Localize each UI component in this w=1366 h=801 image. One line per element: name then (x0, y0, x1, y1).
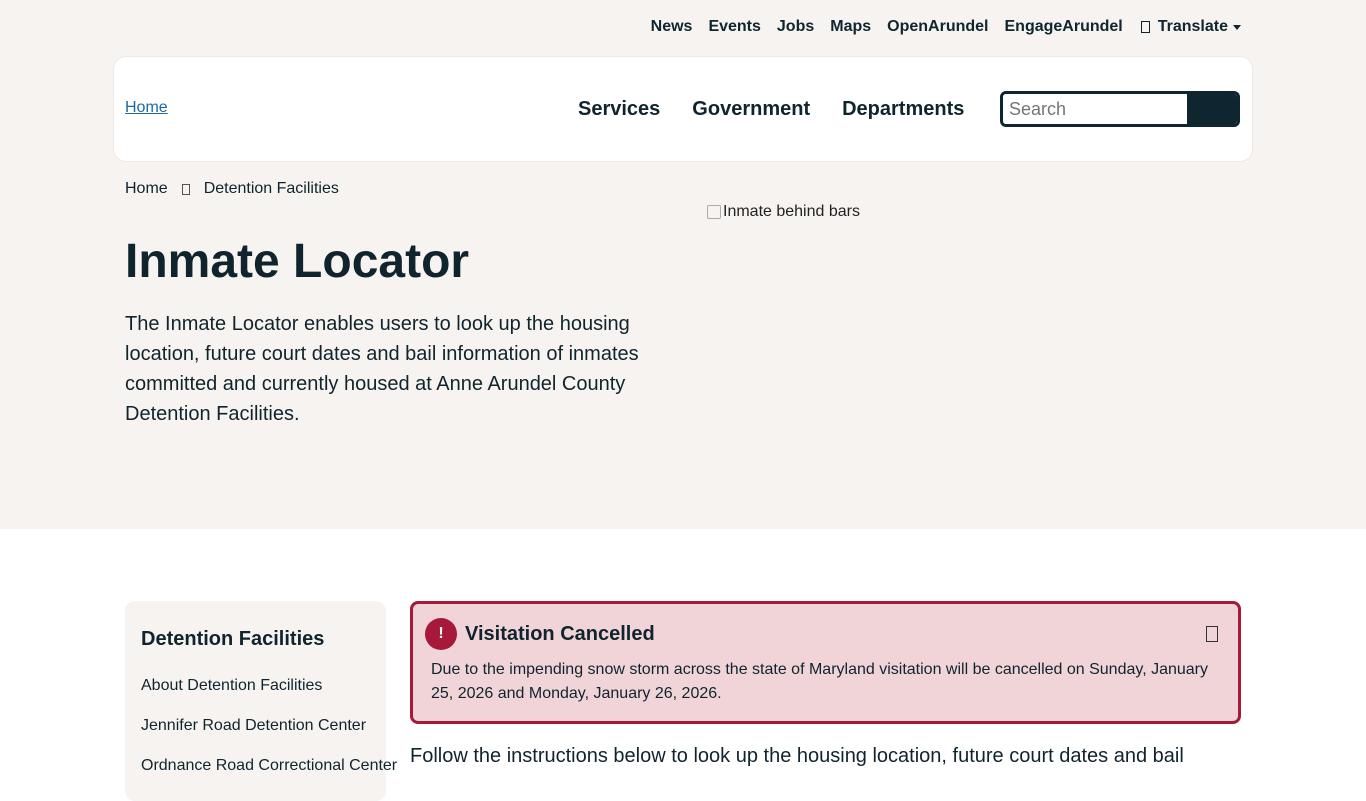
utility-link-openarundel[interactable]: OpenArundel (887, 17, 988, 37)
logo-alt-text: Home (125, 99, 168, 116)
utility-nav: News Events Jobs Maps OpenArundel Engage… (635, 17, 1241, 37)
hero-image: Inmate behind bars (707, 203, 860, 221)
broken-image-icon (707, 205, 721, 219)
nav-departments[interactable]: Departments (842, 97, 964, 121)
sidebar-title: Detention Facilities (141, 628, 325, 650)
page-title: Inmate Locator (125, 235, 470, 288)
home-logo-link[interactable]: Home (125, 99, 168, 117)
sidebar: Detention Facilities About Detention Fac… (125, 601, 397, 801)
breadcrumb-separator-icon (181, 183, 190, 195)
breadcrumb-home[interactable]: Home (125, 180, 168, 198)
utility-link-jobs[interactable]: Jobs (777, 17, 814, 37)
site-header: Home Services Government Departments (114, 57, 1252, 161)
exclamation-icon: ! (425, 618, 457, 650)
caret-down-icon (1233, 24, 1241, 30)
alert-body: Due to the impending snow storm across t… (431, 661, 1208, 702)
alert-header: ! Visitation Cancelled (425, 618, 1222, 650)
breadcrumb: Home Detention Facilities (125, 180, 339, 198)
nav-government[interactable]: Government (692, 97, 810, 121)
utility-link-maps[interactable]: Maps (830, 17, 871, 37)
sidebar-item-jennifer-road[interactable]: Jennifer Road Detention Center (141, 716, 370, 736)
translate-dropdown[interactable]: Translate (1140, 18, 1241, 36)
utility-link-engagearundel[interactable]: EngageArundel (1005, 17, 1123, 37)
nav-services[interactable]: Services (578, 97, 660, 121)
sidebar-item-ordnance-road[interactable]: Ordnance Road Correctional Center (141, 756, 397, 776)
breadcrumb-detention-facilities[interactable]: Detention Facilities (204, 180, 339, 198)
sidebar-item-about[interactable]: About Detention Facilities (141, 676, 370, 696)
utility-link-news[interactable]: News (651, 17, 693, 37)
globe-icon (1140, 21, 1150, 33)
close-icon[interactable] (1206, 626, 1218, 642)
main-nav: Services Government Departments (578, 97, 964, 121)
instructions-intro: Follow the instructions below to look up… (410, 745, 1184, 767)
search-input[interactable] (1003, 94, 1187, 124)
utility-link-events[interactable]: Events (708, 17, 760, 37)
search-form (1000, 91, 1240, 127)
hero-description: The Inmate Locator enables users to look… (125, 313, 639, 425)
hero-image-alt: Inmate behind bars (723, 203, 860, 220)
translate-label: Translate (1157, 18, 1228, 35)
visitation-alert: ! Visitation Cancelled Due to the impend… (410, 601, 1241, 724)
search-button[interactable] (1187, 94, 1237, 124)
alert-title: Visitation Cancelled (465, 622, 655, 645)
